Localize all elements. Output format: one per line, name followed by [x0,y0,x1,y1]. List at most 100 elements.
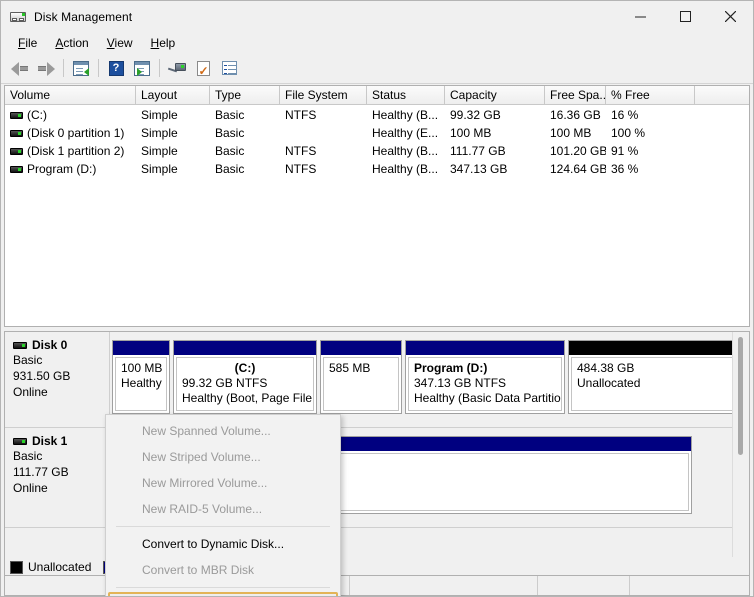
volume-list-rows: (C:) Simple Basic NTFS Healthy (B... 99.… [5,105,749,178]
cell-status: Healthy (B... [372,144,439,158]
cell-free-space: 124.64 GB [550,162,606,176]
cell-status: Healthy (B... [372,108,439,122]
disk-0-title: Disk 0 [13,338,109,352]
table-row[interactable]: Program (D:) Simple Basic NTFS Healthy (… [5,160,749,178]
properties-button[interactable]: ✓ [190,56,216,80]
menu-convert-to-mbr-disk[interactable]: Convert to MBR Disk [106,557,340,583]
cell-volume: (Disk 1 partition 2) [5,144,136,158]
cell-volume-label: (Disk 1 partition 2) [27,144,125,158]
table-row[interactable]: (C:) Simple Basic NTFS Healthy (B... 99.… [5,106,749,124]
document-check-icon: ✓ [196,60,210,77]
disk-info-disk-0[interactable]: Disk 0 Basic 931.50 GB Online [5,332,110,427]
partition-name: (C:) [234,361,256,375]
show-hide-tree-button[interactable] [68,56,94,80]
title-bar: Disk Management [1,1,753,32]
disk-0-state: Online [13,385,48,399]
menu-file[interactable]: File [9,34,46,52]
legend-swatch-unallocated [10,560,23,574]
cell-percent-free: 16 % [611,108,639,122]
cell-file-system: NTFS [285,144,317,158]
minimize-button[interactable] [618,1,663,32]
maximize-button[interactable] [663,1,708,32]
partition-status: Healthy (Basic Data Partition [414,391,562,405]
disk-info-disk-1[interactable]: Disk 1 Basic 111.77 GB Online [5,428,110,527]
column-header-file-system[interactable]: File System [280,86,367,104]
cell-free-space: 16.36 GB [550,108,601,122]
column-header-filler[interactable] [695,86,749,104]
close-button[interactable] [708,1,753,32]
toolbar-separator-2 [98,59,99,77]
menu-new-raid5-volume[interactable]: New RAID-5 Volume... [106,496,340,522]
disk-0-partitions: 100 MB Healthy (C:) 99.32 GB NTFS Health… [110,332,749,427]
table-row[interactable]: (Disk 1 partition 2) Simple Basic NTFS H… [5,142,749,160]
partition-color-bar [321,341,401,355]
partition-size-fs: 99.32 GB NTFS [182,376,308,391]
column-header-status[interactable]: Status [367,86,445,104]
partition-details: Program (D:) 347.13 GB NTFS Healthy (Bas… [408,357,562,411]
cell-percent-free: 91 % [611,144,639,158]
action-pane-icon [134,60,150,76]
window-controls [618,1,753,32]
disk-0-size: 931.50 GB [13,369,71,383]
partition-disk0-4[interactable]: 484.38 GB Unallocated [568,340,736,414]
arrow-left-icon [11,61,29,76]
disk-1-size: 111.77 GB [13,465,69,479]
cell-file-system: NTFS [285,108,317,122]
status-cell-2 [350,576,538,595]
menu-help[interactable]: Help [142,34,185,52]
cell-layout: Simple [141,144,178,158]
table-row[interactable]: (Disk 0 partition 1) Simple Basic Health… [5,124,749,142]
cell-capacity: 100 MB [450,126,492,140]
cell-type: Basic [215,126,245,140]
cell-layout: Simple [141,162,178,176]
disk-1-state: Online [13,481,48,495]
disk-1-title: Disk 1 [13,434,109,448]
disk-1-type: Basic [13,449,43,463]
partition-disk0-1[interactable]: (C:) 99.32 GB NTFS Healthy (Boot, Page F… [173,340,317,414]
partition-details: 585 MB [323,357,399,411]
cell-volume-label: (C:) [27,108,47,122]
disk-view-scroll-thumb[interactable] [738,337,743,455]
forward-button[interactable] [33,56,59,80]
partition-disk0-0[interactable]: 100 MB Healthy [112,340,170,414]
volume-list[interactable]: Volume Layout Type File System Status Ca… [4,85,750,327]
disk-icon [13,437,27,445]
partition-disk0-2[interactable]: 585 MB [320,340,402,414]
context-menu-separator-1 [116,526,330,527]
list-view-button[interactable] [216,56,242,80]
plug-icon [167,61,186,75]
cell-type: Basic [215,162,245,176]
menu-new-striped-volume[interactable]: New Striped Volume... [106,444,340,470]
menu-file-rest: ile [25,35,38,50]
partition-details: 100 MB Healthy [115,357,167,411]
help-button[interactable]: ? [103,56,129,80]
menu-view[interactable]: View [98,34,142,52]
partition-name: Program (D:) [414,361,488,375]
menu-offline[interactable]: Offline [108,592,338,596]
partition-status: Unallocated [577,376,641,390]
partition-size-fs: 347.13 GB NTFS [414,376,556,391]
cell-volume: Program (D:) [5,162,136,176]
rescan-disks-button[interactable] [164,56,190,80]
column-header-free-space[interactable]: Free Spa... [545,86,606,104]
menu-action[interactable]: Action [46,34,97,52]
menu-convert-to-dynamic-disk[interactable]: Convert to Dynamic Disk... [106,531,340,557]
disk-drive-icon [10,9,26,25]
menu-new-mirrored-volume[interactable]: New Mirrored Volume... [106,470,340,496]
column-header-type[interactable]: Type [210,86,280,104]
show-action-pane-button[interactable] [129,56,155,80]
partition-disk0-3[interactable]: Program (D:) 347.13 GB NTFS Healthy (Bas… [405,340,565,414]
column-header-volume[interactable]: Volume [5,86,136,104]
partition-status: Healthy [121,376,162,390]
toolbar: ? ✓ [1,53,753,84]
column-header-percent-free[interactable]: % Free [606,86,695,104]
menu-new-spanned-volume[interactable]: New Spanned Volume... [106,418,340,444]
cell-status: Healthy (B... [372,162,439,176]
back-button[interactable] [7,56,33,80]
menu-help-rest: elp [159,35,176,50]
column-header-capacity[interactable]: Capacity [445,86,545,104]
column-header-layout[interactable]: Layout [136,86,210,104]
volume-icon [10,129,23,137]
disk-view-scrollbar[interactable] [732,332,749,565]
cell-free-space: 100 MB [550,126,592,140]
